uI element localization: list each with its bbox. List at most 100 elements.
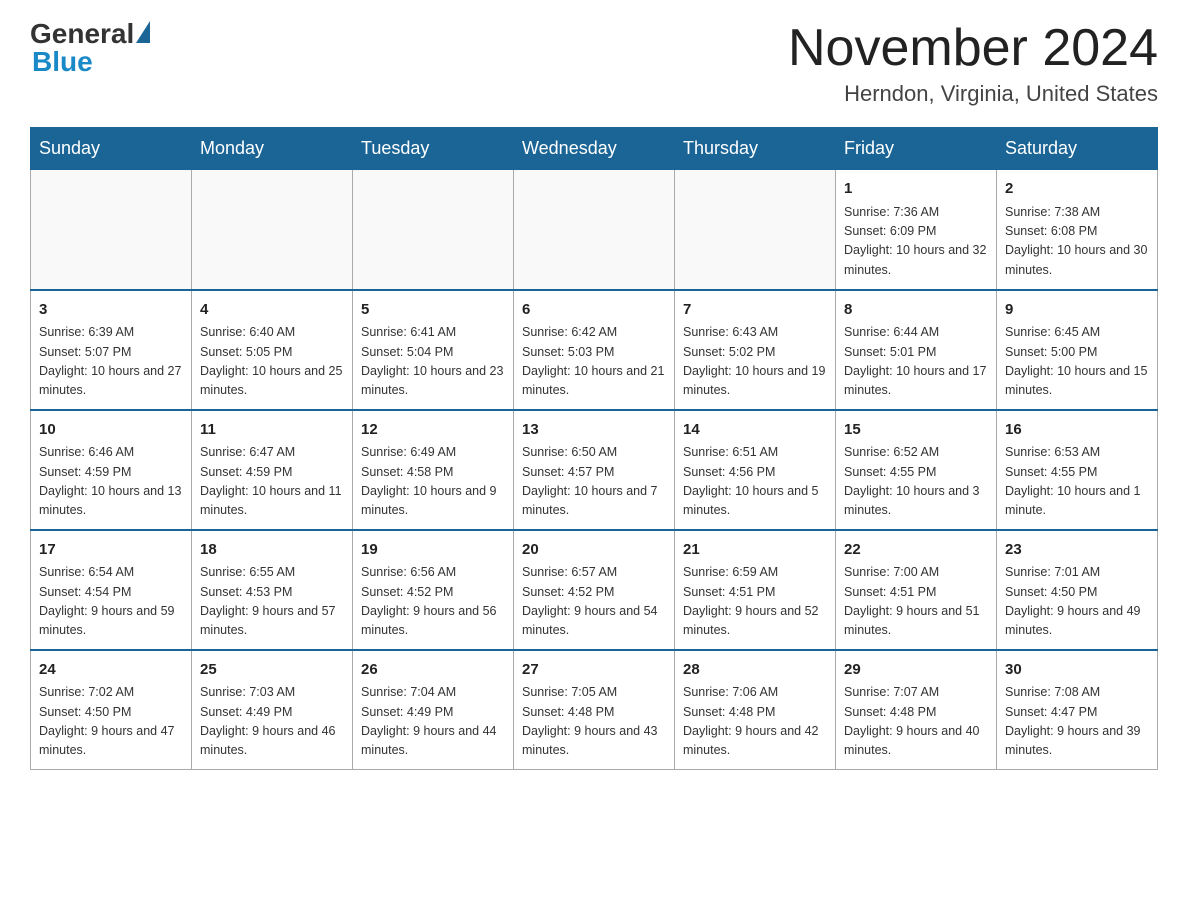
day-sun-info: Sunrise: 6:44 AMSunset: 5:01 PMDaylight:… [844,323,988,401]
calendar-cell: 11Sunrise: 6:47 AMSunset: 4:59 PMDayligh… [192,410,353,530]
calendar-week-row: 1Sunrise: 7:36 AMSunset: 6:09 PMDaylight… [31,170,1158,290]
calendar-cell [675,170,836,290]
header-saturday: Saturday [997,128,1158,170]
day-sun-info: Sunrise: 6:52 AMSunset: 4:55 PMDaylight:… [844,443,988,521]
calendar-week-row: 10Sunrise: 6:46 AMSunset: 4:59 PMDayligh… [31,410,1158,530]
day-number: 4 [200,299,344,322]
logo-blue-text: Blue [32,46,93,78]
day-number: 13 [522,419,666,442]
day-number: 18 [200,539,344,562]
calendar-cell [353,170,514,290]
day-sun-info: Sunrise: 6:55 AMSunset: 4:53 PMDaylight:… [200,563,344,641]
day-number: 3 [39,299,183,322]
day-number: 29 [844,659,988,682]
day-number: 23 [1005,539,1149,562]
calendar-cell: 2Sunrise: 7:38 AMSunset: 6:08 PMDaylight… [997,170,1158,290]
day-number: 21 [683,539,827,562]
calendar-cell: 10Sunrise: 6:46 AMSunset: 4:59 PMDayligh… [31,410,192,530]
header-wednesday: Wednesday [514,128,675,170]
day-sun-info: Sunrise: 6:49 AMSunset: 4:58 PMDaylight:… [361,443,505,521]
day-number: 11 [200,419,344,442]
day-number: 16 [1005,419,1149,442]
day-sun-info: Sunrise: 6:41 AMSunset: 5:04 PMDaylight:… [361,323,505,401]
day-sun-info: Sunrise: 6:57 AMSunset: 4:52 PMDaylight:… [522,563,666,641]
calendar-cell: 21Sunrise: 6:59 AMSunset: 4:51 PMDayligh… [675,530,836,650]
day-number: 24 [39,659,183,682]
day-sun-info: Sunrise: 6:45 AMSunset: 5:00 PMDaylight:… [1005,323,1149,401]
header-thursday: Thursday [675,128,836,170]
day-sun-info: Sunrise: 7:05 AMSunset: 4:48 PMDaylight:… [522,683,666,761]
calendar-cell: 12Sunrise: 6:49 AMSunset: 4:58 PMDayligh… [353,410,514,530]
calendar-cell: 7Sunrise: 6:43 AMSunset: 5:02 PMDaylight… [675,290,836,410]
calendar-table: Sunday Monday Tuesday Wednesday Thursday… [30,127,1158,770]
calendar-cell: 15Sunrise: 6:52 AMSunset: 4:55 PMDayligh… [836,410,997,530]
logo-general-text: General [30,20,134,48]
day-number: 26 [361,659,505,682]
day-sun-info: Sunrise: 6:56 AMSunset: 4:52 PMDaylight:… [361,563,505,641]
day-sun-info: Sunrise: 7:01 AMSunset: 4:50 PMDaylight:… [1005,563,1149,641]
header: General Blue November 2024 Herndon, Virg… [30,20,1158,107]
day-sun-info: Sunrise: 7:07 AMSunset: 4:48 PMDaylight:… [844,683,988,761]
header-monday: Monday [192,128,353,170]
calendar-cell: 3Sunrise: 6:39 AMSunset: 5:07 PMDaylight… [31,290,192,410]
day-number: 30 [1005,659,1149,682]
day-sun-info: Sunrise: 6:46 AMSunset: 4:59 PMDaylight:… [39,443,183,521]
month-title: November 2024 [788,20,1158,77]
day-sun-info: Sunrise: 7:00 AMSunset: 4:51 PMDaylight:… [844,563,988,641]
day-sun-info: Sunrise: 7:03 AMSunset: 4:49 PMDaylight:… [200,683,344,761]
calendar-cell: 27Sunrise: 7:05 AMSunset: 4:48 PMDayligh… [514,650,675,770]
calendar-cell: 13Sunrise: 6:50 AMSunset: 4:57 PMDayligh… [514,410,675,530]
day-sun-info: Sunrise: 6:43 AMSunset: 5:02 PMDaylight:… [683,323,827,401]
calendar-cell: 17Sunrise: 6:54 AMSunset: 4:54 PMDayligh… [31,530,192,650]
calendar-cell: 29Sunrise: 7:07 AMSunset: 4:48 PMDayligh… [836,650,997,770]
calendar-cell: 23Sunrise: 7:01 AMSunset: 4:50 PMDayligh… [997,530,1158,650]
day-sun-info: Sunrise: 6:42 AMSunset: 5:03 PMDaylight:… [522,323,666,401]
day-sun-info: Sunrise: 7:38 AMSunset: 6:08 PMDaylight:… [1005,203,1149,281]
calendar-cell: 8Sunrise: 6:44 AMSunset: 5:01 PMDaylight… [836,290,997,410]
calendar-cell: 26Sunrise: 7:04 AMSunset: 4:49 PMDayligh… [353,650,514,770]
calendar-cell: 1Sunrise: 7:36 AMSunset: 6:09 PMDaylight… [836,170,997,290]
location-title: Herndon, Virginia, United States [788,81,1158,107]
day-sun-info: Sunrise: 6:39 AMSunset: 5:07 PMDaylight:… [39,323,183,401]
day-sun-info: Sunrise: 7:08 AMSunset: 4:47 PMDaylight:… [1005,683,1149,761]
calendar-cell: 6Sunrise: 6:42 AMSunset: 5:03 PMDaylight… [514,290,675,410]
day-number: 27 [522,659,666,682]
day-headers-row: Sunday Monday Tuesday Wednesday Thursday… [31,128,1158,170]
calendar-cell [192,170,353,290]
day-sun-info: Sunrise: 7:02 AMSunset: 4:50 PMDaylight:… [39,683,183,761]
day-number: 15 [844,419,988,442]
day-sun-info: Sunrise: 6:59 AMSunset: 4:51 PMDaylight:… [683,563,827,641]
logo-triangle-icon [136,21,150,43]
day-sun-info: Sunrise: 6:54 AMSunset: 4:54 PMDaylight:… [39,563,183,641]
calendar-cell: 18Sunrise: 6:55 AMSunset: 4:53 PMDayligh… [192,530,353,650]
day-number: 17 [39,539,183,562]
day-number: 28 [683,659,827,682]
title-area: November 2024 Herndon, Virginia, United … [788,20,1158,107]
calendar-cell: 25Sunrise: 7:03 AMSunset: 4:49 PMDayligh… [192,650,353,770]
calendar-cell: 14Sunrise: 6:51 AMSunset: 4:56 PMDayligh… [675,410,836,530]
calendar-cell: 19Sunrise: 6:56 AMSunset: 4:52 PMDayligh… [353,530,514,650]
calendar-week-row: 17Sunrise: 6:54 AMSunset: 4:54 PMDayligh… [31,530,1158,650]
day-number: 22 [844,539,988,562]
day-number: 6 [522,299,666,322]
day-number: 9 [1005,299,1149,322]
day-sun-info: Sunrise: 7:36 AMSunset: 6:09 PMDaylight:… [844,203,988,281]
calendar-cell: 4Sunrise: 6:40 AMSunset: 5:05 PMDaylight… [192,290,353,410]
day-sun-info: Sunrise: 7:04 AMSunset: 4:49 PMDaylight:… [361,683,505,761]
day-number: 2 [1005,178,1149,201]
header-tuesday: Tuesday [353,128,514,170]
day-sun-info: Sunrise: 6:40 AMSunset: 5:05 PMDaylight:… [200,323,344,401]
calendar-cell: 5Sunrise: 6:41 AMSunset: 5:04 PMDaylight… [353,290,514,410]
calendar-week-row: 24Sunrise: 7:02 AMSunset: 4:50 PMDayligh… [31,650,1158,770]
day-sun-info: Sunrise: 6:47 AMSunset: 4:59 PMDaylight:… [200,443,344,521]
day-sun-info: Sunrise: 6:53 AMSunset: 4:55 PMDaylight:… [1005,443,1149,521]
day-number: 19 [361,539,505,562]
header-sunday: Sunday [31,128,192,170]
calendar-cell: 30Sunrise: 7:08 AMSunset: 4:47 PMDayligh… [997,650,1158,770]
calendar-cell: 16Sunrise: 6:53 AMSunset: 4:55 PMDayligh… [997,410,1158,530]
day-sun-info: Sunrise: 6:50 AMSunset: 4:57 PMDaylight:… [522,443,666,521]
day-number: 14 [683,419,827,442]
calendar-week-row: 3Sunrise: 6:39 AMSunset: 5:07 PMDaylight… [31,290,1158,410]
day-number: 12 [361,419,505,442]
calendar-cell: 24Sunrise: 7:02 AMSunset: 4:50 PMDayligh… [31,650,192,770]
